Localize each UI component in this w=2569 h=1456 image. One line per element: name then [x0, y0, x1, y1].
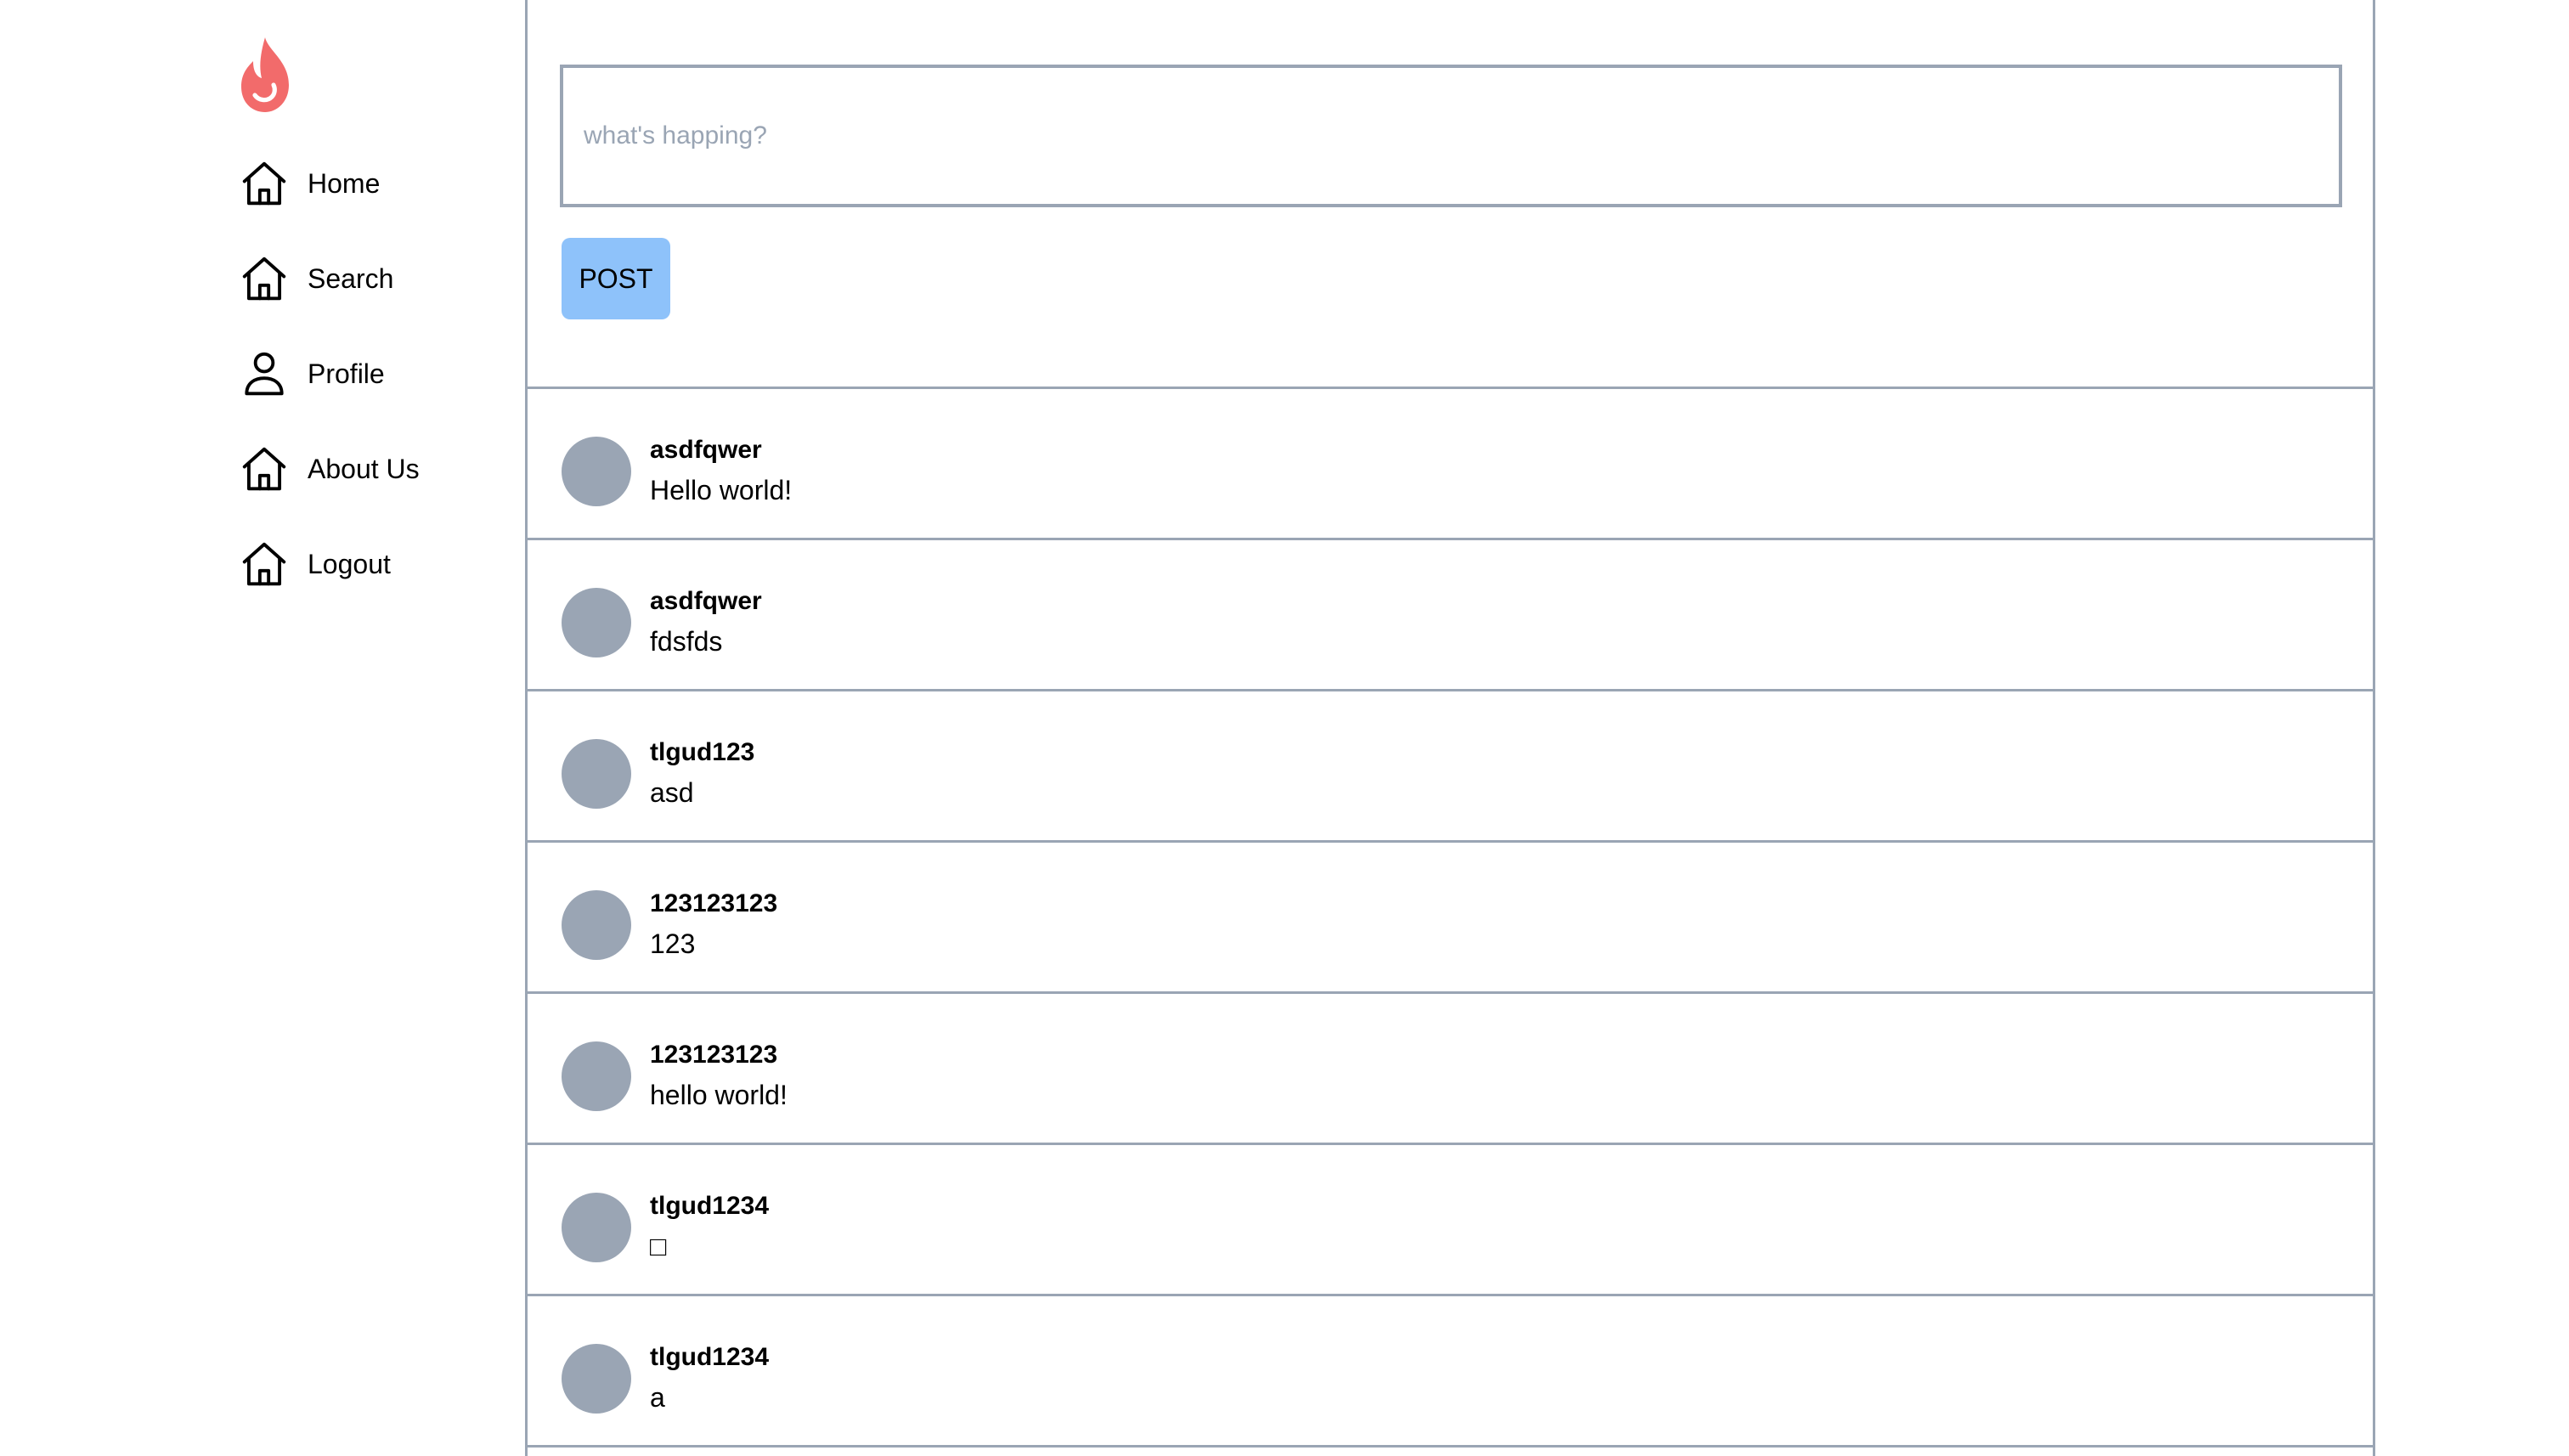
sidebar-item-label: Profile [308, 358, 385, 389]
post-content: 123123123 hello world! [650, 1038, 788, 1113]
post-body: asd [650, 777, 694, 808]
avatar[interactable] [562, 890, 631, 960]
sidebar: Home Search Profile About Us Logout [0, 0, 527, 1456]
post-body: fdsfds [650, 626, 723, 657]
post-body: 123 [650, 928, 696, 959]
home-icon [238, 443, 291, 495]
post-item[interactable]: tlgud1234 a [528, 1296, 2373, 1448]
avatar[interactable] [562, 437, 631, 506]
post-content: asdfqwer fdsfds [650, 584, 762, 659]
post-item[interactable]: asdfqwer Hello world! [528, 389, 2373, 540]
post-content: tlgud1234 □ [650, 1189, 769, 1264]
post-body: □ [650, 1231, 667, 1261]
sidebar-item-label: About Us [308, 454, 420, 484]
post-content: 123123123 123 [650, 887, 777, 962]
post-input[interactable] [560, 65, 2342, 207]
sidebar-nav: Home Search Profile About Us Logout [238, 153, 420, 629]
main-column: POST asdfqwer Hello world! asdfqwer fdsf… [525, 0, 2375, 1456]
post-author: asdfqwer [650, 587, 762, 615]
post-item[interactable]: tlgud123 asd [528, 691, 2373, 843]
sidebar-item-home[interactable]: Home [238, 153, 420, 214]
sidebar-item-profile[interactable]: Profile [238, 343, 420, 404]
post-item[interactable]: 123123123 hello world! [528, 994, 2373, 1145]
post-content: tlgud1234 a [650, 1340, 769, 1415]
post-author: tlgud1234 [650, 1192, 770, 1220]
sidebar-item-about-us[interactable]: About Us [238, 438, 420, 499]
avatar[interactable] [562, 1193, 631, 1262]
home-icon [238, 538, 291, 590]
post-author: asdfqwer [650, 436, 762, 464]
sidebar-item-label: Home [308, 168, 381, 199]
avatar[interactable] [562, 588, 631, 657]
post-composer: POST [528, 0, 2373, 389]
post-author: tlgud1234 [650, 1343, 770, 1371]
post-item[interactable]: asdfqwer fdsfds [528, 540, 2373, 691]
sidebar-item-label: Search [308, 263, 394, 294]
flame-icon[interactable] [231, 34, 299, 116]
avatar[interactable] [562, 1344, 631, 1414]
post-feed: asdfqwer Hello world! asdfqwer fdsfds tl… [528, 389, 2373, 1448]
post-item[interactable]: tlgud1234 □ [528, 1145, 2373, 1296]
post-content: tlgud123 asd [650, 736, 754, 810]
post-author: 123123123 [650, 1041, 778, 1069]
post-author: 123123123 [650, 889, 778, 917]
post-content: asdfqwer Hello world! [650, 433, 792, 508]
avatar[interactable] [562, 739, 631, 809]
sidebar-item-label: Logout [308, 549, 391, 579]
post-body: hello world! [650, 1080, 788, 1110]
user-icon [238, 347, 291, 400]
avatar[interactable] [562, 1041, 631, 1111]
sidebar-item-logout[interactable]: Logout [238, 533, 420, 595]
sidebar-item-search[interactable]: Search [238, 248, 420, 309]
post-body: a [650, 1382, 665, 1413]
app-root: Home Search Profile About Us Logout what… [0, 0, 2569, 1456]
home-icon [238, 252, 291, 305]
home-icon [238, 157, 291, 210]
post-author: tlgud123 [650, 738, 755, 766]
post-button[interactable]: POST [562, 238, 670, 319]
post-item[interactable]: 123123123 123 [528, 843, 2373, 994]
post-body: Hello world! [650, 475, 793, 505]
